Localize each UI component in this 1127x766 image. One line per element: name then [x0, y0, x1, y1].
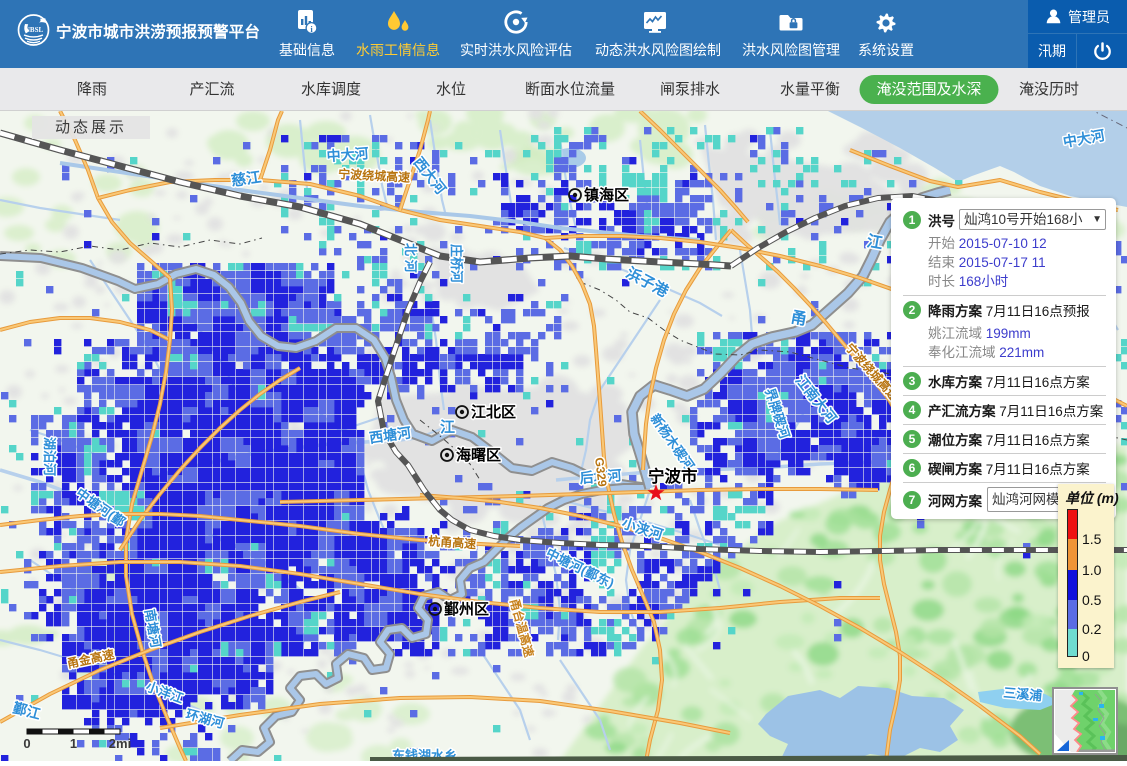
svg-text:庄桥河: 庄桥河 [449, 244, 464, 283]
svg-text:江北区: 江北区 [471, 403, 516, 421]
svg-text:甬: 甬 [789, 308, 808, 329]
svg-text:海曙区: 海曙区 [456, 446, 501, 464]
svg-text:0: 0 [23, 736, 30, 751]
svg-text:中大河: 中大河 [326, 145, 369, 164]
svg-text:镇海区: 镇海区 [584, 186, 629, 204]
svg-text:鄞州区: 鄞州区 [444, 600, 489, 618]
svg-text:江: 江 [440, 418, 455, 436]
svg-text:2mi: 2mi [109, 736, 131, 751]
svg-text:NBSL: NBSL [25, 26, 44, 34]
svg-text:宁波市: 宁波市 [648, 466, 698, 486]
svg-text:江: 江 [865, 232, 884, 253]
svg-text:1: 1 [70, 736, 77, 751]
svg-text:湖泊河: 湖泊河 [42, 437, 57, 476]
svg-text:北 河: 北 河 [403, 243, 418, 273]
